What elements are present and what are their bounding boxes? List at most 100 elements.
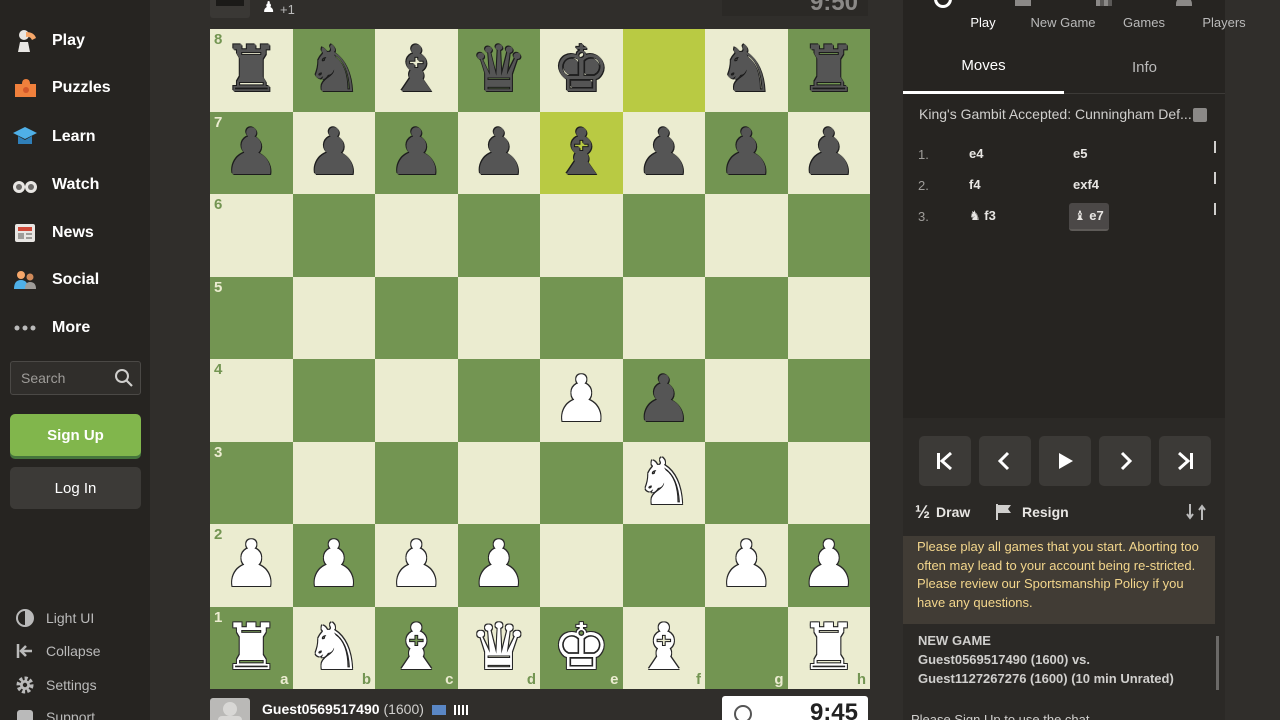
tab-info[interactable]: Info (1064, 40, 1225, 94)
nav-learn[interactable]: Learn (10, 119, 142, 155)
square-f4[interactable]: ♟ (622, 359, 705, 442)
white-pawn-piece[interactable]: ♟ (470, 533, 527, 597)
square-h3[interactable] (787, 441, 870, 524)
square-e5[interactable] (540, 276, 623, 359)
black-king-piece[interactable]: ♚ (553, 38, 610, 102)
square-c4[interactable] (375, 359, 458, 442)
square-b8[interactable]: ♞ (292, 29, 375, 112)
square-f3[interactable]: ♞ (622, 441, 705, 524)
black-pawn-piece[interactable]: ♟ (718, 121, 775, 185)
square-e3[interactable] (540, 441, 623, 524)
black-pawn-piece[interactable]: ♟ (800, 121, 857, 185)
square-h6[interactable] (787, 194, 870, 277)
move-white[interactable]: f4 (969, 177, 981, 192)
black-knight-piece[interactable]: ♞ (305, 38, 362, 102)
square-e2[interactable] (540, 524, 623, 607)
settings-link[interactable]: Settings (14, 674, 97, 696)
square-d3[interactable] (457, 441, 540, 524)
square-h5[interactable] (787, 276, 870, 359)
square-d4[interactable] (457, 359, 540, 442)
square-d7[interactable]: ♟ (457, 111, 540, 194)
white-knight-piece[interactable]: ♞ (305, 616, 362, 680)
black-bishop-piece[interactable]: ♝ (388, 38, 445, 102)
player-avatar[interactable] (210, 698, 250, 720)
square-e1[interactable]: ♚ e (540, 606, 623, 689)
square-d6[interactable] (457, 194, 540, 277)
square-d8[interactable]: ♛ (457, 29, 540, 112)
move-white[interactable]: e4 (969, 146, 983, 161)
square-e4[interactable]: ♟ (540, 359, 623, 442)
first-move-button[interactable] (919, 436, 971, 486)
white-bishop-piece[interactable]: ♝ (635, 616, 692, 680)
square-f2[interactable] (622, 524, 705, 607)
square-g3[interactable] (705, 441, 788, 524)
move-black-current[interactable]: ♝ e7 (1069, 203, 1109, 231)
draw-button[interactable]: ½ Draw (915, 500, 970, 524)
square-g7[interactable]: ♟ (705, 111, 788, 194)
square-b4[interactable] (292, 359, 375, 442)
square-f5[interactable] (622, 276, 705, 359)
tab-new-game[interactable]: New Game (983, 0, 1096, 36)
square-a2[interactable]: ♟ 2 (210, 524, 293, 607)
black-queen-piece[interactable]: ♛ (470, 38, 527, 102)
chess-board[interactable]: ♜ 8 ♞ ♝ ♛ ♚ ♞ ♜ ♟ 7 ♟ ♟ ♟ ♝ ♟ ♟ ♟ 6 5 4 ♟ ♟ 3 ♞ ♟ 2 ♟ ♟ ♟ ♟ ♟ ♜ 1 a ♞ b ♝ c ♛ d… (210, 29, 870, 689)
black-rook-piece[interactable]: ♜ (800, 38, 857, 102)
square-h1[interactable]: ♜ h (787, 606, 870, 689)
square-b5[interactable] (292, 276, 375, 359)
support-link[interactable]: Support (14, 706, 95, 720)
flip-board-button[interactable] (1185, 500, 1207, 524)
next-move-button[interactable] (1099, 436, 1151, 486)
square-d5[interactable] (457, 276, 540, 359)
square-h7[interactable]: ♟ (787, 111, 870, 194)
move-black[interactable]: exf4 (1073, 177, 1099, 192)
square-a5[interactable]: 5 (210, 276, 293, 359)
black-rook-piece[interactable]: ♜ (223, 38, 280, 102)
square-d1[interactable]: ♛ d (457, 606, 540, 689)
chat-signup-prompt[interactable]: Please Sign Up to use the chat (911, 712, 1090, 720)
light-ui-toggle[interactable]: Light UI (14, 607, 94, 629)
square-e6[interactable] (540, 194, 623, 277)
square-a1[interactable]: ♜ 1 a (210, 606, 293, 689)
white-queen-piece[interactable]: ♛ (470, 616, 527, 680)
square-a4[interactable]: 4 (210, 359, 293, 442)
square-b6[interactable] (292, 194, 375, 277)
black-pawn-piece[interactable]: ♟ (223, 121, 280, 185)
square-b2[interactable]: ♟ (292, 524, 375, 607)
square-g1[interactable]: g (705, 606, 788, 689)
square-f7[interactable]: ♟ (622, 111, 705, 194)
play-moves-button[interactable] (1039, 436, 1091, 486)
search-icon[interactable] (114, 368, 134, 388)
square-h2[interactable]: ♟ (787, 524, 870, 607)
square-c8[interactable]: ♝ (375, 29, 458, 112)
sign-up-button[interactable]: Sign Up (10, 414, 141, 456)
square-c5[interactable] (375, 276, 458, 359)
square-b7[interactable]: ♟ (292, 111, 375, 194)
white-knight-piece[interactable]: ♞ (635, 451, 692, 515)
square-g8[interactable]: ♞ (705, 29, 788, 112)
square-g4[interactable] (705, 359, 788, 442)
black-knight-piece[interactable]: ♞ (718, 38, 775, 102)
white-bishop-piece[interactable]: ♝ (388, 616, 445, 680)
black-pawn-piece[interactable]: ♟ (388, 121, 445, 185)
square-c3[interactable] (375, 441, 458, 524)
white-pawn-piece[interactable]: ♟ (718, 533, 775, 597)
black-pawn-piece[interactable]: ♟ (470, 121, 527, 185)
white-pawn-piece[interactable]: ♟ (553, 368, 610, 432)
square-a7[interactable]: ♟ 7 (210, 111, 293, 194)
player-name[interactable]: Guest0569517490 (262, 701, 380, 717)
white-rook-piece[interactable]: ♜ (800, 616, 857, 680)
nav-play[interactable]: Play (10, 23, 142, 59)
move-white[interactable]: ♞ f3 (969, 208, 996, 224)
square-c7[interactable]: ♟ (375, 111, 458, 194)
collapse-button[interactable]: Collapse (14, 640, 100, 662)
white-pawn-piece[interactable]: ♟ (800, 533, 857, 597)
nav-watch[interactable]: Watch (10, 167, 142, 203)
square-h8[interactable]: ♜ (787, 29, 870, 112)
square-e8[interactable]: ♚ (540, 29, 623, 112)
square-a8[interactable]: ♜ 8 (210, 29, 293, 112)
tab-players[interactable]: Players (1144, 0, 1246, 36)
nav-more[interactable]: More (10, 310, 142, 346)
nav-news[interactable]: News (10, 215, 142, 251)
square-a6[interactable]: 6 (210, 194, 293, 277)
square-g2[interactable]: ♟ (705, 524, 788, 607)
